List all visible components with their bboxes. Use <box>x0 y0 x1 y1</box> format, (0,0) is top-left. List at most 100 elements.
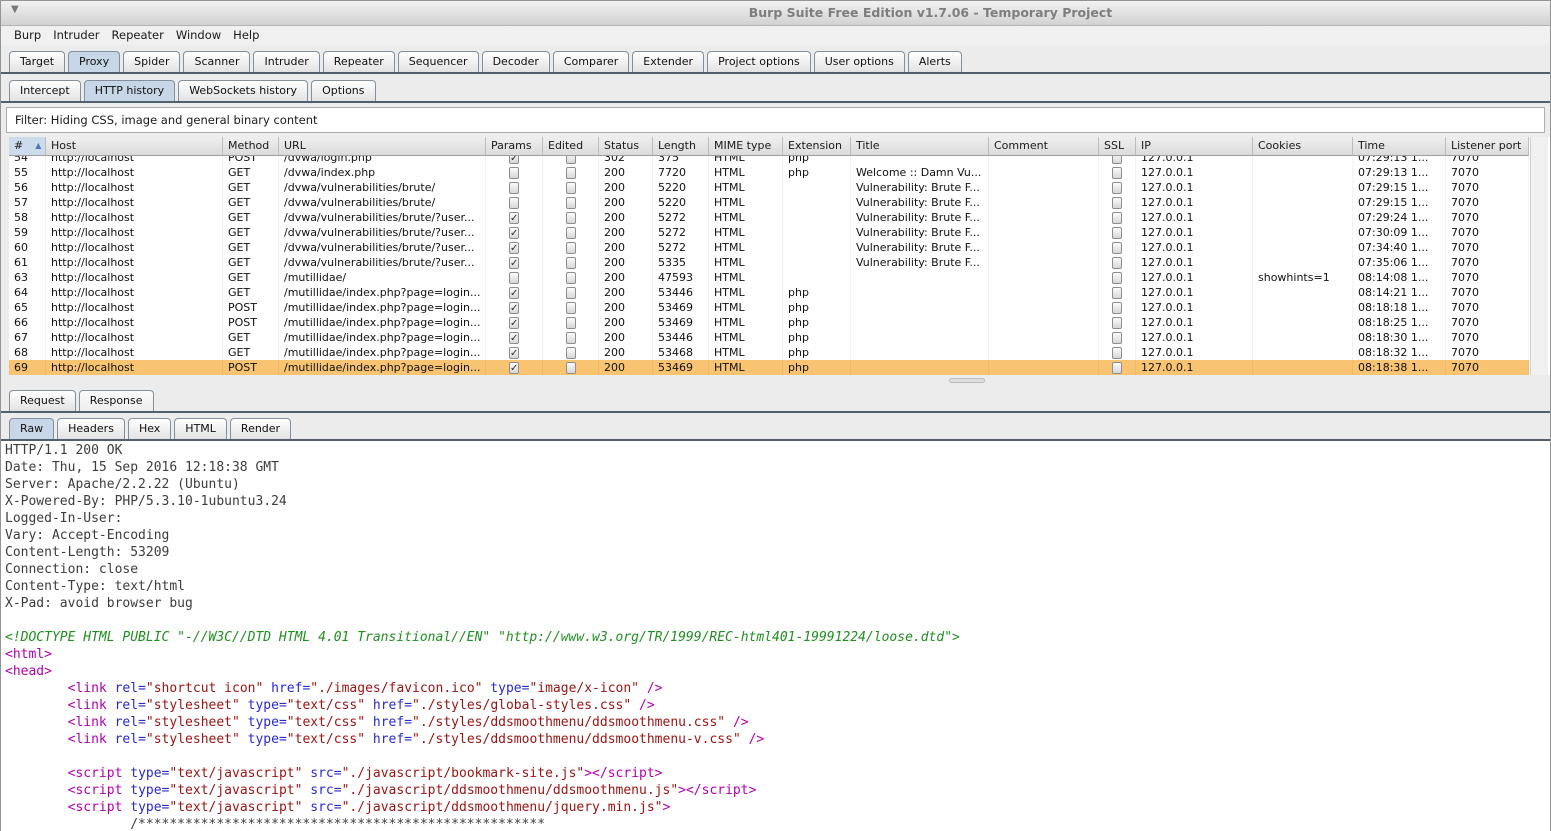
tab-sequencer[interactable]: Sequencer <box>398 51 479 72</box>
table-row[interactable]: 69http://localhostPOST/mutillidae/index.… <box>9 360 1529 375</box>
column-header-edited[interactable]: Edited <box>543 137 599 156</box>
column-header-cookies[interactable]: Cookies <box>1253 137 1353 156</box>
cell-url: /mutillidae/index.php?page=login... <box>279 315 486 330</box>
table-row[interactable]: 68http://localhostGET/mutillidae/index.p… <box>9 345 1529 360</box>
table-row[interactable]: 65http://localhostPOST/mutillidae/index.… <box>9 300 1529 315</box>
table-row[interactable]: 59http://localhostGET/dvwa/vulnerabiliti… <box>9 225 1529 240</box>
tab-comparer[interactable]: Comparer <box>553 51 629 72</box>
column-header-extension[interactable]: Extension <box>783 137 851 156</box>
edited-checkbox <box>566 317 576 329</box>
table-row[interactable]: 67http://localhostGET/mutillidae/index.p… <box>9 330 1529 345</box>
column-header-listener-port[interactable]: Listener port <box>1446 137 1529 156</box>
column-header-comment[interactable]: Comment <box>989 137 1099 156</box>
cell-host: http://localhost <box>46 240 223 255</box>
cell-port: 7070 <box>1446 315 1529 330</box>
tab-scanner[interactable]: Scanner <box>183 51 250 72</box>
tab-user-options[interactable]: User options <box>814 51 905 72</box>
column-header-num[interactable]: #▲ <box>9 137 46 156</box>
column-header-time[interactable]: Time <box>1353 137 1446 156</box>
column-header-host[interactable]: Host <box>46 137 223 156</box>
tab-response[interactable]: Response <box>79 390 154 411</box>
cell-ext: php <box>783 330 851 345</box>
response-raw-view[interactable]: HTTP/1.1 200 OKDate: Thu, 15 Sep 2016 12… <box>1 441 1550 831</box>
cell-comment <box>989 300 1099 315</box>
cell-comment <box>989 210 1099 225</box>
cell-url: /dvwa/vulnerabilities/brute/ <box>279 195 486 210</box>
menu-window[interactable]: Window <box>170 26 227 45</box>
tab-extender[interactable]: Extender <box>632 51 704 72</box>
menu-intruder[interactable]: Intruder <box>47 26 105 45</box>
cell-comment <box>989 195 1099 210</box>
menu-burp[interactable]: Burp <box>8 26 47 45</box>
table-row[interactable]: 58http://localhostGET/dvwa/vulnerabiliti… <box>9 210 1529 225</box>
cell-ip: 127.0.0.1 <box>1136 315 1253 330</box>
table-vertical-scrollbar[interactable] <box>1530 137 1548 375</box>
cell-mime: HTML <box>709 285 783 300</box>
table-row[interactable]: 57http://localhostGET/dvwa/vulnerabiliti… <box>9 195 1529 210</box>
table-row[interactable]: 54http://localhostPOST/dvwa/login.php302… <box>9 156 1529 165</box>
sort-ascending-icon: ▲ <box>35 141 41 150</box>
column-header-title[interactable]: Title <box>851 137 989 156</box>
table-row[interactable]: 66http://localhostPOST/mutillidae/index.… <box>9 315 1529 330</box>
tab-target[interactable]: Target <box>9 51 65 72</box>
tab-headers[interactable]: Headers <box>57 418 125 439</box>
tab-spider[interactable]: Spider <box>123 51 180 72</box>
table-row[interactable]: 56http://localhostGET/dvwa/vulnerabiliti… <box>9 180 1529 195</box>
cell-title: Vulnerability: Brute F... <box>851 240 989 255</box>
cell-comment <box>989 315 1099 330</box>
cell-ssl <box>1099 156 1136 165</box>
cell-ip: 127.0.0.1 <box>1136 360 1253 375</box>
cell-url: /mutillidae/ <box>279 270 486 285</box>
column-header-method[interactable]: Method <box>223 137 279 156</box>
cell-ext <box>783 255 851 270</box>
tab-decoder[interactable]: Decoder <box>482 51 550 72</box>
tab-intruder[interactable]: Intruder <box>253 51 319 72</box>
column-header-length[interactable]: Length <box>653 137 709 156</box>
cell-mime: HTML <box>709 180 783 195</box>
filter-bar[interactable]: Filter: Hiding CSS, image and general bi… <box>6 107 1545 133</box>
tab-request[interactable]: Request <box>9 390 76 411</box>
table-row[interactable]: 55http://localhostGET/dvwa/index.php2007… <box>9 165 1529 180</box>
tab-proxy[interactable]: Proxy <box>68 51 120 72</box>
tab-project-options[interactable]: Project options <box>707 51 811 72</box>
cell-method: GET <box>223 270 279 285</box>
tab-raw[interactable]: Raw <box>9 418 54 439</box>
tab-html[interactable]: HTML <box>174 418 227 439</box>
edited-checkbox <box>566 332 576 344</box>
tab-http-history[interactable]: HTTP history <box>84 80 175 101</box>
column-header-mime-type[interactable]: MIME type <box>709 137 783 156</box>
cell-time: 08:18:30 1... <box>1353 330 1446 345</box>
table-row[interactable]: 63http://localhostGET/mutillidae/2004759… <box>9 270 1529 285</box>
cell-params <box>486 225 543 240</box>
tab-alerts[interactable]: Alerts <box>908 51 962 72</box>
params-checkbox <box>509 332 519 344</box>
params-checkbox <box>509 197 519 209</box>
menu-repeater[interactable]: Repeater <box>106 26 170 45</box>
table-row[interactable]: 61http://localhostGET/dvwa/vulnerabiliti… <box>9 255 1529 270</box>
cell-ssl <box>1099 240 1136 255</box>
cell-time: 07:29:24 1... <box>1353 210 1446 225</box>
cell-ip: 127.0.0.1 <box>1136 255 1253 270</box>
cell-title <box>851 345 989 360</box>
menu-help[interactable]: Help <box>227 26 265 45</box>
tab-websockets-history[interactable]: WebSockets history <box>178 80 308 101</box>
window-menu-icon[interactable]: ▼ <box>11 4 19 15</box>
tab-options[interactable]: Options <box>311 80 375 101</box>
tab-render[interactable]: Render <box>230 418 291 439</box>
tab-repeater[interactable]: Repeater <box>323 51 395 72</box>
cell-edited <box>543 360 599 375</box>
cell-edited <box>543 300 599 315</box>
table-row[interactable]: 64http://localhostGET/mutillidae/index.p… <box>9 285 1529 300</box>
column-header-ip[interactable]: IP <box>1136 137 1253 156</box>
tab-intercept[interactable]: Intercept <box>9 80 81 101</box>
cell-length: 53446 <box>653 330 709 345</box>
cell-params <box>486 210 543 225</box>
column-header-params[interactable]: Params <box>486 137 543 156</box>
split-divider[interactable] <box>1 375 1550 387</box>
tab-hex[interactable]: Hex <box>128 418 171 439</box>
table-row[interactable]: 60http://localhostGET/dvwa/vulnerabiliti… <box>9 240 1529 255</box>
splitter-grip-icon <box>949 378 985 383</box>
column-header-ssl[interactable]: SSL <box>1099 137 1136 156</box>
column-header-status[interactable]: Status <box>599 137 653 156</box>
column-header-url[interactable]: URL <box>279 137 486 156</box>
